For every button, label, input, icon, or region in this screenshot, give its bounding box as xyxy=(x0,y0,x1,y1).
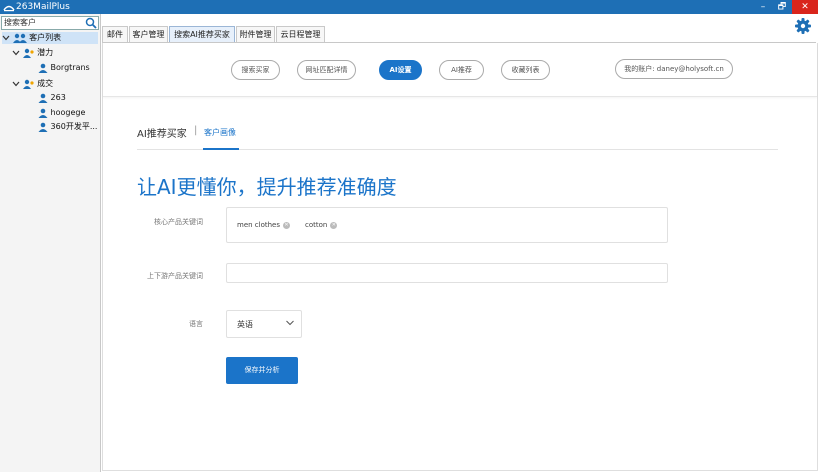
subnav-separator: | xyxy=(194,125,198,136)
tree-root-customer-list[interactable]: 客户列表 xyxy=(2,32,98,44)
customer-search-input[interactable]: 搜索客户 xyxy=(1,16,99,30)
user-icon xyxy=(38,63,48,73)
tab-ai-buyer-search[interactable]: 搜索AI推荐买家 xyxy=(169,26,235,42)
keyword-tag-text: men clothes xyxy=(237,221,280,229)
customer-name: 360开发平... xyxy=(50,122,98,131)
tree-group-potential[interactable]: 潜力 xyxy=(12,47,53,59)
tab-calendar-management[interactable]: 云日程管理 xyxy=(276,26,325,42)
main-content: 搜索买家 网址匹配详情 AI设置 AI推荐 收藏列表 我的账户: daney@h… xyxy=(102,43,818,471)
minimize-button[interactable]: – xyxy=(754,0,772,14)
maximize-button[interactable]: 🗗 xyxy=(772,0,792,14)
user-group-icon xyxy=(22,48,34,58)
user-icon xyxy=(38,93,48,103)
core-keywords-label: 核心产品关键词 xyxy=(154,218,203,226)
chevron-down-icon xyxy=(286,320,294,326)
updown-keywords-label: 上下游产品关键词 xyxy=(147,272,203,280)
language-select[interactable]: 英语 xyxy=(226,310,302,338)
close-button[interactable]: ✕ xyxy=(792,0,818,14)
user-icon xyxy=(38,122,48,132)
remove-tag-icon[interactable]: ✕ xyxy=(330,221,338,229)
search-placeholder: 搜索客户 xyxy=(4,18,36,27)
tree-item-customer[interactable]: hoogege xyxy=(38,107,85,119)
sidebar: 搜索客户 客户列表 潜力 Borgtrans 成交 263 hoogege 36… xyxy=(0,14,101,472)
pill-search-buyers[interactable]: 搜索买家 xyxy=(231,60,280,80)
title-bar: 263MailPlus – 🗗 ✕ xyxy=(0,0,818,14)
core-keywords-field[interactable]: men clothes ✕ cotton ✕ xyxy=(226,207,668,243)
search-icon[interactable] xyxy=(85,17,97,29)
keyword-tag: cotton ✕ xyxy=(305,220,338,230)
pill-ai-recommend[interactable]: AI推荐 xyxy=(439,60,484,80)
chevron-down-icon[interactable] xyxy=(12,80,20,88)
tree-group-deal[interactable]: 成交 xyxy=(12,78,53,90)
chevron-down-icon[interactable] xyxy=(2,34,10,42)
customer-name: hoogege xyxy=(50,108,86,117)
keyword-tag: men clothes ✕ xyxy=(237,220,290,230)
tree-group-potential-label: 潜力 xyxy=(37,48,54,57)
top-nav: 搜索买家 网址匹配详情 AI设置 AI推荐 收藏列表 我的账户: daney@h… xyxy=(103,43,817,97)
subnav-active-indicator xyxy=(203,148,239,150)
user-icon xyxy=(38,108,48,118)
tab-attachment-management[interactable]: 附件管理 xyxy=(236,26,275,42)
subnav-title[interactable]: AI推荐买家 xyxy=(137,125,187,140)
save-and-analyze-button[interactable]: 保存并分析 xyxy=(226,357,298,384)
tree-item-customer[interactable]: Borgtrans xyxy=(38,62,90,74)
page-headline: 让AI更懂你，提升推荐准确度 xyxy=(137,175,397,199)
app-logo-icon xyxy=(3,5,15,12)
pill-url-match-details[interactable]: 网址匹配详情 xyxy=(297,60,356,80)
customer-name: 263 xyxy=(50,93,66,102)
remove-tag-icon[interactable]: ✕ xyxy=(283,221,290,229)
keyword-tag-text: cotton xyxy=(305,221,328,229)
users-group-icon xyxy=(12,33,27,43)
subnav-customer-profile[interactable]: 客户画像 xyxy=(204,127,236,138)
pill-ai-settings[interactable]: AI设置 xyxy=(379,60,422,80)
customer-name: Borgtrans xyxy=(50,63,90,72)
tree-group-deal-label: 成交 xyxy=(37,79,54,88)
account-pill[interactable]: 我的账户: daney@holysoft.cn xyxy=(615,59,733,79)
language-value: 英语 xyxy=(237,320,253,329)
tree-item-customer[interactable]: 263 xyxy=(38,92,66,104)
tree-item-customer[interactable]: 360开发平... xyxy=(38,121,97,133)
language-label: 语言 xyxy=(189,320,203,328)
tab-mail[interactable]: 邮件 xyxy=(102,26,128,42)
tree-root-label: 客户列表 xyxy=(29,33,62,42)
updown-keywords-field[interactable] xyxy=(226,263,668,283)
gear-icon[interactable] xyxy=(795,18,811,34)
window-title: 263MailPlus xyxy=(16,2,70,12)
user-group-icon xyxy=(22,79,34,89)
chevron-down-icon[interactable] xyxy=(12,49,20,57)
tab-customer-management[interactable]: 客户管理 xyxy=(129,26,168,42)
pill-favorites[interactable]: 收藏列表 xyxy=(501,60,550,80)
